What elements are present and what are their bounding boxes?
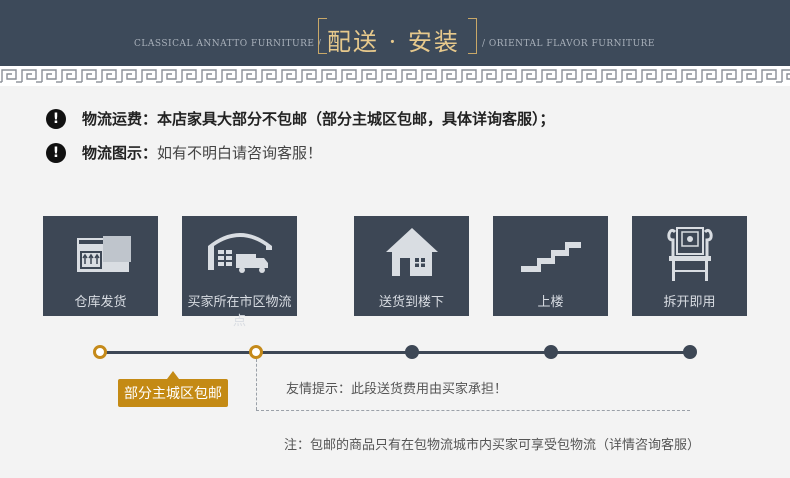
shipping-fee-row: ! 物流运费： 本店家具大部分不包邮（部分主城区包邮，具体详询客服）； [46,108,555,129]
dashed-bracket-horizontal [256,410,690,411]
step-label: 买家所在市区物流点 [187,295,292,329]
logistics-diagram-text: 如有不明白请咨询客服！ [157,144,323,162]
step-label: 拆开即用 [663,295,716,310]
timeline-node-paid [683,345,697,359]
timeline-node-paid [544,345,558,359]
timeline-line [100,351,690,354]
logistics-depot-truck-icon [207,233,272,273]
badge-pointer [167,371,179,379]
shipping-fee-label: 物流运费： [82,110,158,128]
step-label: 送货到楼下 [378,295,444,310]
banner-subtitle-left: CLASSICAL ANNATTO FURNITURE / [134,39,322,49]
step-label: 上楼 [537,295,564,310]
title-frame-left [318,18,327,54]
timeline-node-free [93,345,107,359]
stairs-icon [520,242,581,272]
house-icon [385,228,438,276]
exclamation-icon: ! [46,142,66,163]
greek-key-border [0,66,790,86]
step-card-stairs: 上楼 [493,216,608,316]
logistics-diagram-label: 物流图示： [82,144,158,162]
step-label: 仓库发货 [74,295,127,310]
logistics-diagram-row: ! 物流图示： 如有不明白请咨询客服！ [46,142,322,163]
step-card-chair: 拆开即用 [632,216,747,316]
free-shipping-note: 注：包邮的商品只有在包物流城市内买家可享受包物流（详情咨询客服） [284,438,701,453]
title-frame-right [468,18,477,54]
free-shipping-badge: 部分主城区包邮 [118,379,228,407]
step-card-depot: 买家所在市区物流点 [182,216,297,329]
banner-subtitle-right: / ORIENTAL FLAVOR FURNITURE [482,39,655,49]
shipping-fee-text: 本店家具大部分不包邮（部分主城区包邮，具体详询客服）； [157,110,555,128]
dashed-bracket-vertical [256,359,257,410]
step-card-warehouse: 仓库发货 [43,216,158,316]
chair-icon [666,227,713,281]
exclamation-icon: ! [46,108,66,129]
timeline-node-paid [405,345,419,359]
warehouse-box-icon [76,236,131,272]
buyer-pays-tip: 友情提示：此段送货费用由买家承担！ [286,382,508,397]
header-banner: CLASSICAL ANNATTO FURNITURE / 配送 · 安装 / … [0,0,790,66]
step-card-house: 送货到楼下 [354,216,469,316]
timeline-node-free [249,345,263,359]
banner-title: 配送 · 安装 [327,28,460,56]
